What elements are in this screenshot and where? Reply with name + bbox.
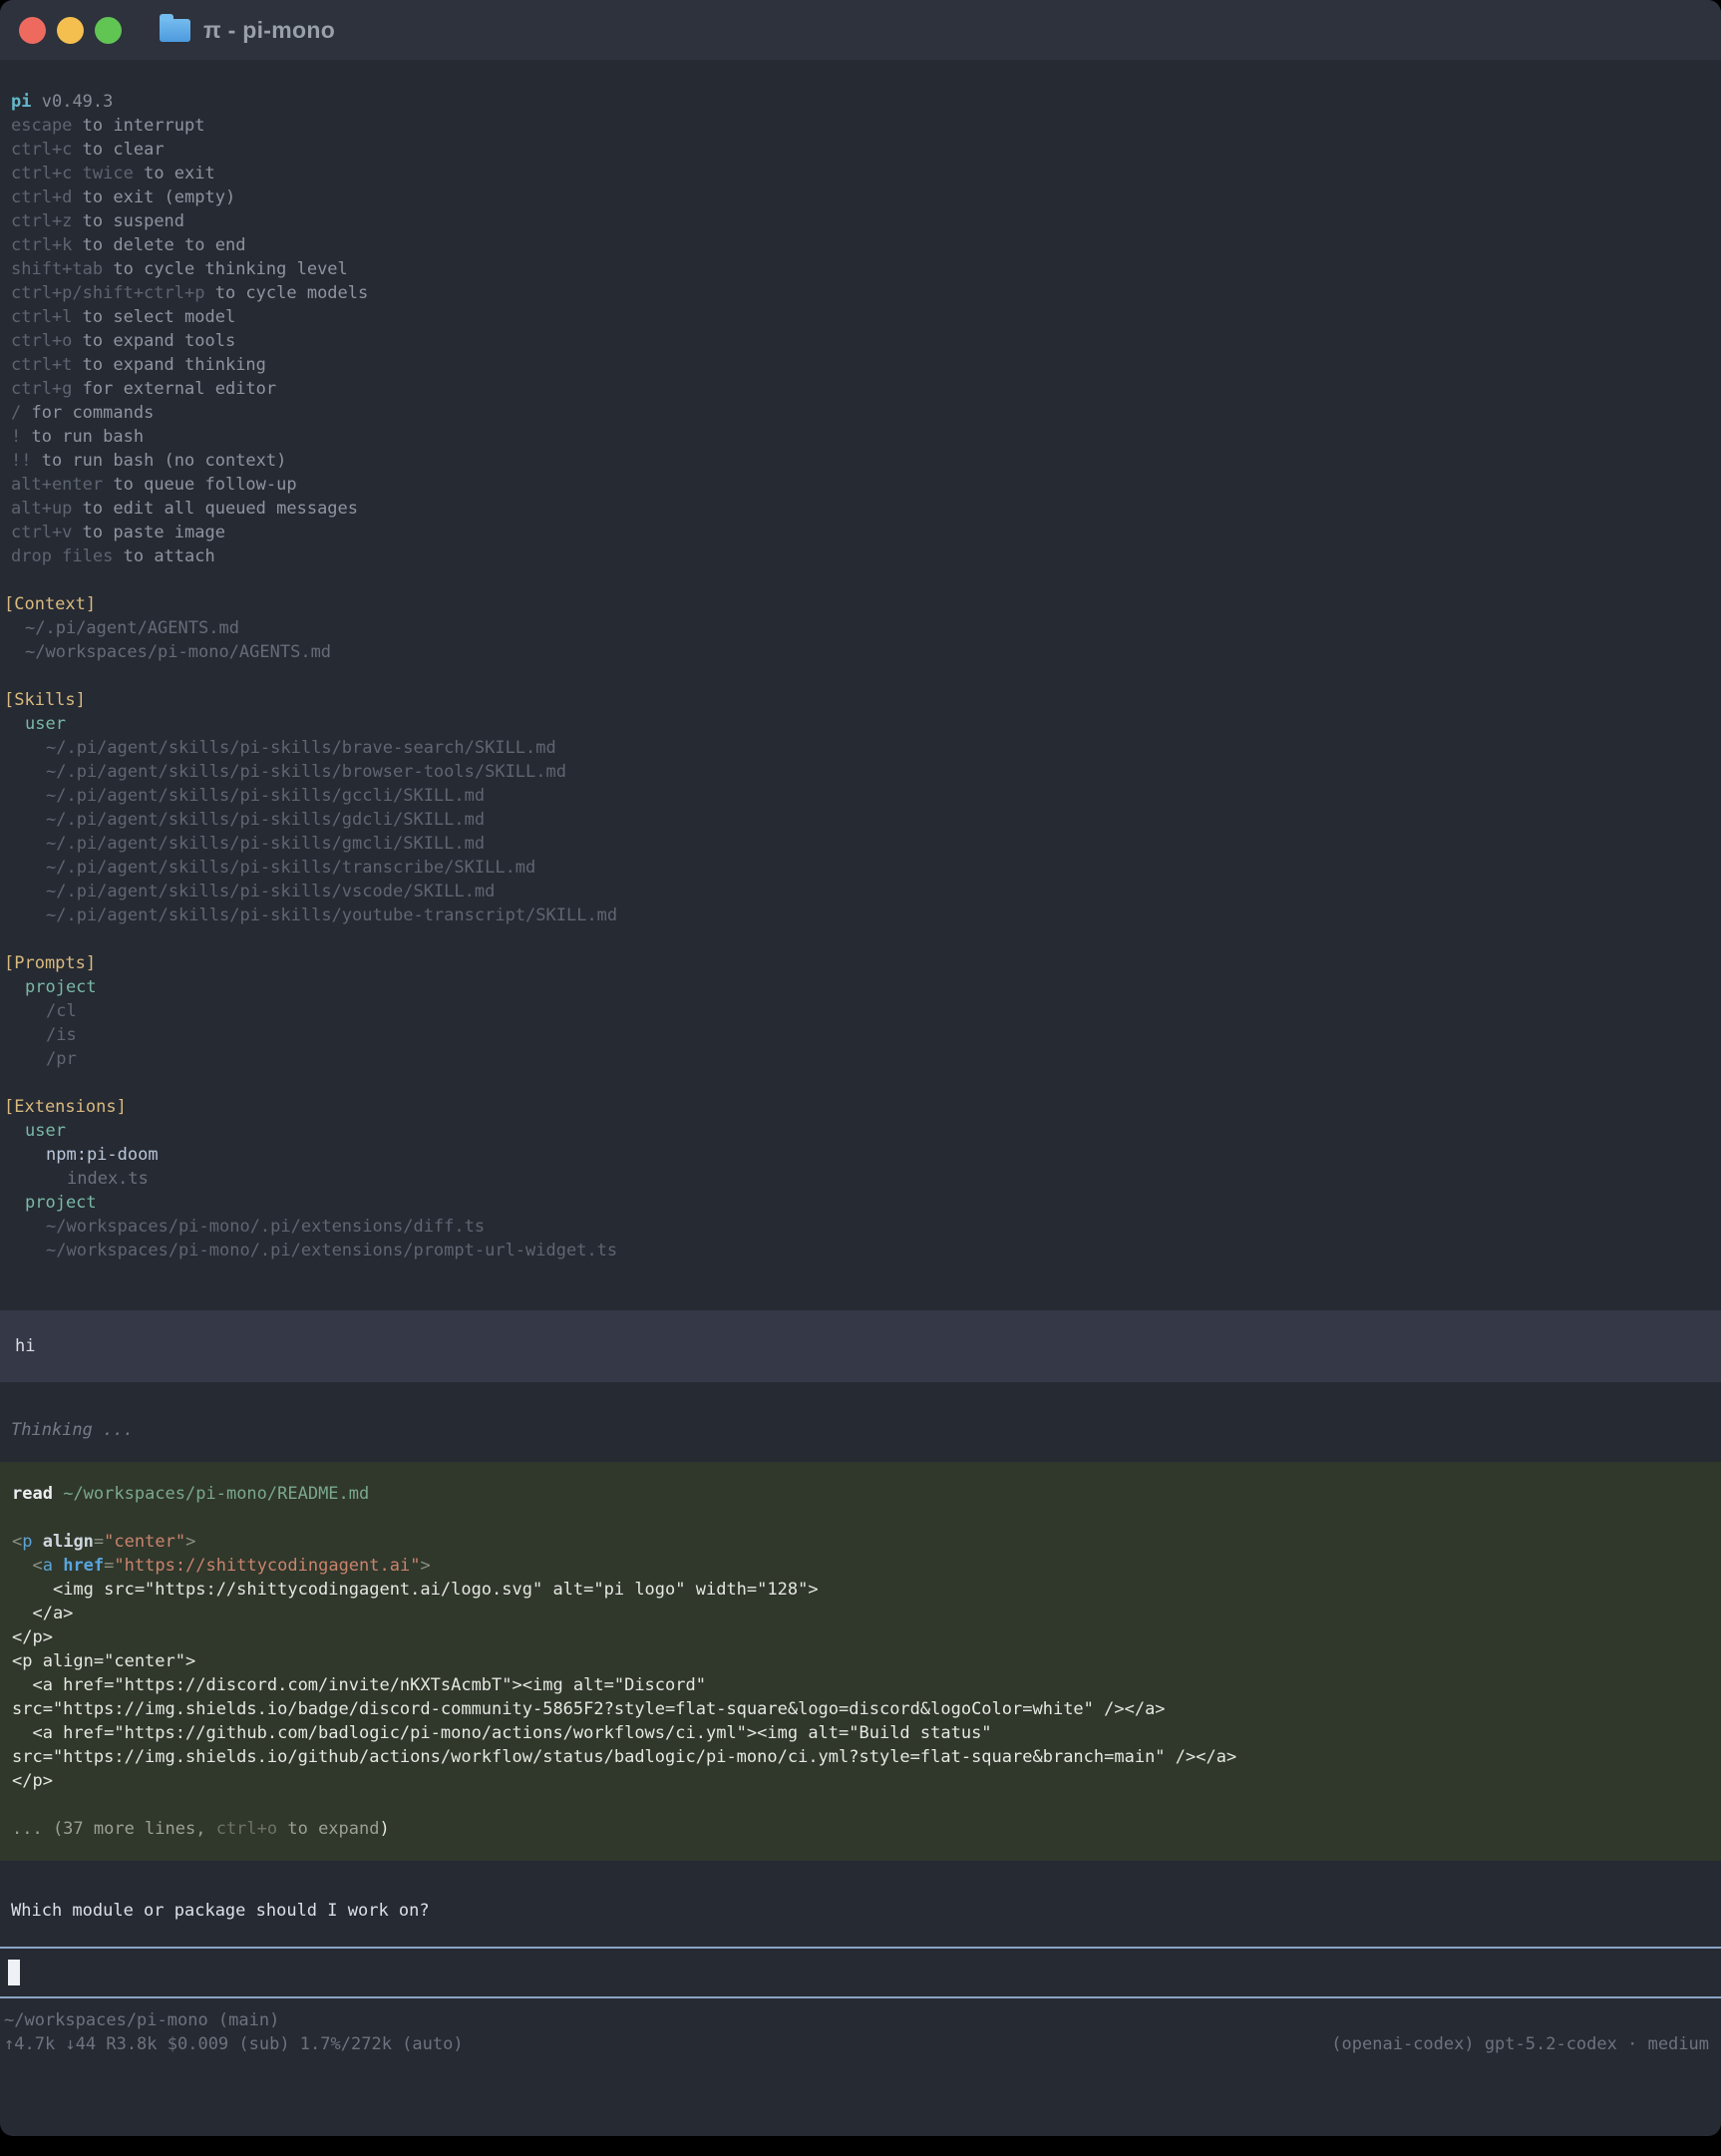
user-message-text: hi — [15, 1334, 1706, 1358]
shortcut-line: ! to run bash — [0, 425, 1721, 449]
prompts-header: [Prompts] — [0, 951, 1721, 975]
skills-section: [Skills] user ~/.pi/agent/skills/pi-skil… — [0, 688, 1721, 927]
tool-call-block: read ~/workspaces/pi-mono/README.md <p a… — [0, 1462, 1721, 1861]
shortcut-line: ctrl+k to delete to end — [0, 233, 1721, 257]
input-divider-bottom — [0, 1996, 1721, 1998]
help-block: pi v0.49.3 escape to interrupt ctrl+c to… — [0, 90, 1721, 568]
prompt-item: /pr — [0, 1047, 1721, 1071]
shortcut-line: / for commands — [0, 401, 1721, 425]
prompt-item: /cl — [0, 999, 1721, 1023]
skill-path: ~/.pi/agent/skills/pi-skills/gdcli/SKILL… — [0, 808, 1721, 832]
code-line: src="https://img.shields.io/badge/discor… — [12, 1697, 1721, 1721]
skills-header: [Skills] — [0, 688, 1721, 712]
code-line: <p align="center"> — [12, 1530, 1721, 1554]
truncation-notice: ... (37 more lines, ctrl+o to expand) — [12, 1817, 1721, 1841]
terminal-window: π - pi-mono pi v0.49.3 escape to interru… — [0, 0, 1721, 2136]
prompt-item: /is — [0, 1023, 1721, 1047]
app-name: pi — [11, 92, 31, 112]
extension-item: npm:pi-doom — [0, 1143, 1721, 1167]
extension-path: ~/workspaces/pi-mono/.pi/extensions/prom… — [0, 1239, 1721, 1262]
close-button[interactable] — [19, 17, 46, 44]
skill-path: ~/.pi/agent/skills/pi-skills/transcribe/… — [0, 856, 1721, 880]
model-info: (openai-codex) gpt-5.2-codex · medium — [1331, 2032, 1709, 2056]
code-line: </p> — [12, 1625, 1721, 1649]
text-cursor — [8, 1960, 20, 1985]
token-usage: ↑4.7k ↓44 R3.8k $0.009 (sub) 1.7%/272k (… — [4, 2032, 464, 2056]
zoom-button[interactable] — [95, 17, 122, 44]
code-line: <p align="center"> — [12, 1649, 1721, 1673]
shortcut-line: ctrl+c to clear — [0, 138, 1721, 162]
extension-subfile: index.ts — [0, 1167, 1721, 1191]
app-version: v0.49.3 — [42, 92, 114, 112]
context-path: ~/.pi/agent/AGENTS.md — [0, 616, 1721, 640]
context-path: ~/workspaces/pi-mono/AGENTS.md — [0, 640, 1721, 664]
code-line: </p> — [12, 1769, 1721, 1793]
prompts-section: [Prompts] project /cl /is /pr — [0, 951, 1721, 1071]
folder-icon — [160, 19, 190, 42]
user-message: hi — [0, 1310, 1721, 1382]
code-line: <a href="https://github.com/badlogic/pi-… — [12, 1721, 1721, 1745]
context-section: [Context] ~/.pi/agent/AGENTS.md ~/worksp… — [0, 592, 1721, 664]
shortcut-line: ctrl+d to exit (empty) — [0, 185, 1721, 209]
shortcut-line: ctrl+z to suspend — [0, 209, 1721, 233]
skill-path: ~/.pi/agent/skills/pi-skills/browser-too… — [0, 760, 1721, 784]
shortcut-line: alt+enter to queue follow-up — [0, 473, 1721, 497]
shortcut-line: ctrl+v to paste image — [0, 521, 1721, 544]
shortcut-line: ctrl+t to expand thinking — [0, 353, 1721, 377]
extensions-section: [Extensions] user npm:pi-doom index.ts p… — [0, 1095, 1721, 1262]
shortcut-line: ctrl+c twice to exit — [0, 162, 1721, 185]
context-header: [Context] — [0, 592, 1721, 616]
code-line: <a href="https://shittycodingagent.ai"> — [12, 1554, 1721, 1578]
title-bar: π - pi-mono — [0, 0, 1721, 60]
skill-path: ~/.pi/agent/skills/pi-skills/youtube-tra… — [0, 903, 1721, 927]
cwd-branch: ~/workspaces/pi-mono (main) — [4, 2008, 279, 2032]
skill-path: ~/.pi/agent/skills/pi-skills/brave-searc… — [0, 736, 1721, 760]
skill-path: ~/.pi/agent/skills/pi-skills/gmcli/SKILL… — [0, 832, 1721, 856]
extensions-user-group: user — [0, 1119, 1721, 1143]
prompts-group: project — [0, 975, 1721, 999]
code-line: </a> — [12, 1602, 1721, 1625]
skill-path: ~/.pi/agent/skills/pi-skills/vscode/SKIL… — [0, 880, 1721, 903]
shortcut-line: ctrl+l to select model — [0, 305, 1721, 329]
extensions-header: [Extensions] — [0, 1095, 1721, 1119]
skills-group: user — [0, 712, 1721, 736]
shortcut-line: ctrl+g for external editor — [0, 377, 1721, 401]
shortcut-line: alt+up to edit all queued messages — [0, 497, 1721, 521]
shortcut-line: drop files to attach — [0, 544, 1721, 568]
skill-path: ~/.pi/agent/skills/pi-skills/gccli/SKILL… — [0, 784, 1721, 808]
minimize-button[interactable] — [57, 17, 84, 44]
shortcut-line: ctrl+o to expand tools — [0, 329, 1721, 353]
terminal-content: pi v0.49.3 escape to interrupt ctrl+c to… — [0, 60, 1721, 2056]
extensions-project-group: project — [0, 1191, 1721, 1215]
tool-call-header: read ~/workspaces/pi-mono/README.md — [12, 1482, 1721, 1506]
status-bar: ~/workspaces/pi-mono (main) ↑4.7k ↓44 R3… — [0, 2008, 1721, 2056]
prompt-input[interactable] — [0, 1949, 1721, 1996]
code-line: <img src="https://shittycodingagent.ai/l… — [12, 1578, 1721, 1602]
shortcut-line: escape to interrupt — [0, 114, 1721, 138]
shortcut-line: ctrl+p/shift+ctrl+p to cycle models — [0, 281, 1721, 305]
assistant-question: Which module or package should I work on… — [11, 1899, 1721, 1923]
shortcut-line: !! to run bash (no context) — [0, 449, 1721, 473]
extension-path: ~/workspaces/pi-mono/.pi/extensions/diff… — [0, 1215, 1721, 1239]
shortcut-line: shift+tab to cycle thinking level — [0, 257, 1721, 281]
code-line: <a href="https://discord.com/invite/nKXT… — [12, 1673, 1721, 1697]
code-line: src="https://img.shields.io/github/actio… — [12, 1745, 1721, 1769]
thinking-indicator: Thinking ... — [11, 1418, 1721, 1442]
window-title: π - pi-mono — [203, 17, 335, 44]
